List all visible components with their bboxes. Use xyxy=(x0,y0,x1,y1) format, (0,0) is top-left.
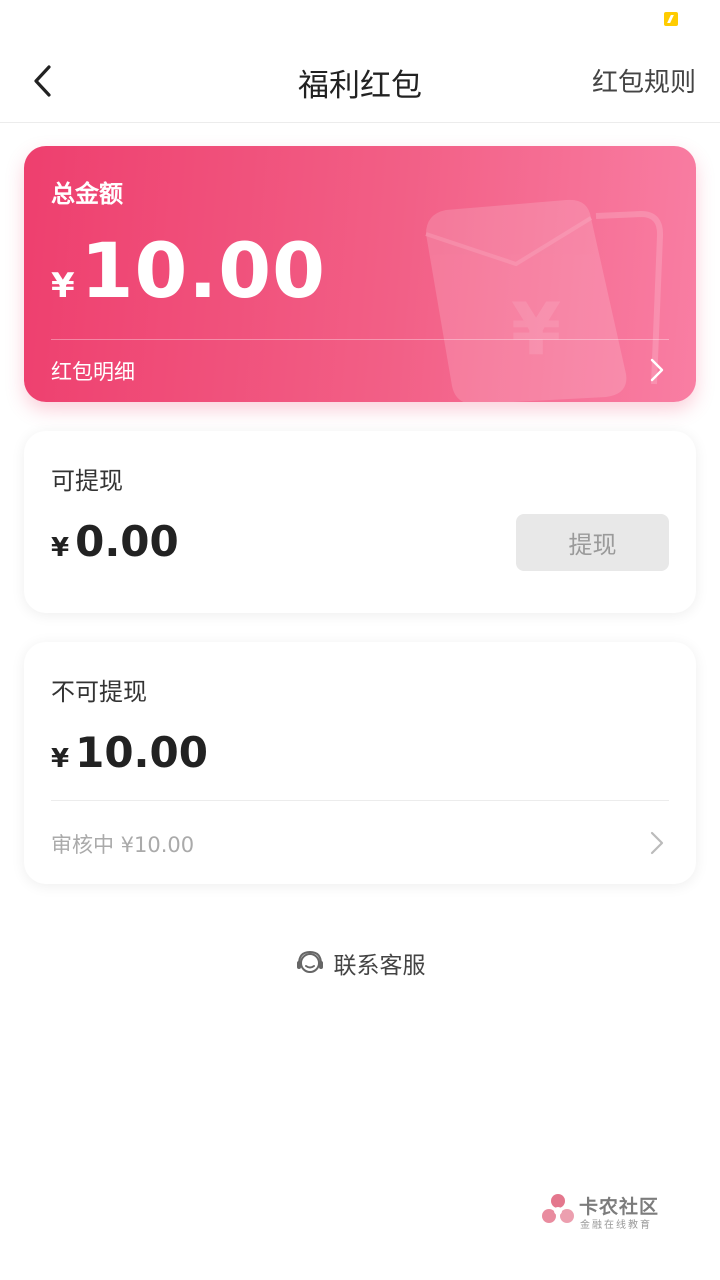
red-packet-detail-label: 红包明细 xyxy=(51,360,135,384)
red-packet-detail-link[interactable]: 红包明细 xyxy=(24,340,696,402)
withdraw-button[interactable]: 提现 xyxy=(516,514,669,571)
red-packet-rules-link[interactable]: 红包规则 xyxy=(592,62,696,99)
non-withdrawable-card: 不可提现 ¥ 10.00 审核中 ¥10.00 xyxy=(24,642,696,884)
status-app-icon xyxy=(664,12,678,26)
navigation-bar: 福利红包 红包规则 xyxy=(0,40,720,123)
chevron-left-icon xyxy=(34,65,51,97)
total-amount-value: ¥ 10.00 xyxy=(51,226,326,315)
currency-symbol: ¥ xyxy=(51,744,70,774)
contact-service-label: 联系客服 xyxy=(333,953,426,979)
total-amount-label: 总金额 xyxy=(51,180,123,208)
non-withdrawable-amount-number: 10.00 xyxy=(75,728,208,777)
status-bar xyxy=(0,0,720,40)
withdrawable-amount: ¥ 0.00 xyxy=(51,517,179,566)
currency-symbol: ¥ xyxy=(51,533,70,563)
withdrawable-label: 可提现 xyxy=(51,467,123,495)
under-review-text: 审核中 ¥10.00 xyxy=(51,833,195,857)
chevron-right-icon xyxy=(650,358,664,382)
non-withdrawable-label: 不可提现 xyxy=(51,678,147,706)
under-review-row[interactable]: 审核中 ¥10.00 xyxy=(24,801,696,884)
currency-symbol: ¥ xyxy=(51,266,75,306)
total-amount-card: ¥ 总金额 ¥ 10.00 红包明细 xyxy=(24,146,696,402)
contact-service-link[interactable]: 联系客服 xyxy=(0,946,720,980)
watermark: 卡农社区 金融在线教育 xyxy=(540,1192,680,1238)
withdrawable-card: 可提现 ¥ 0.00 提现 xyxy=(24,431,696,613)
back-button[interactable] xyxy=(20,54,70,108)
watermark-logo-icon xyxy=(542,1194,574,1223)
non-withdrawable-amount: ¥ 10.00 xyxy=(51,728,208,777)
watermark-subtitle: 金融在线教育 xyxy=(580,1220,652,1231)
withdrawable-amount-number: 0.00 xyxy=(75,517,179,566)
total-amount-number: 10.00 xyxy=(80,226,327,315)
watermark-title: 卡农社区 xyxy=(579,1196,660,1218)
chevron-right-icon xyxy=(650,831,664,855)
headset-icon xyxy=(296,950,323,973)
